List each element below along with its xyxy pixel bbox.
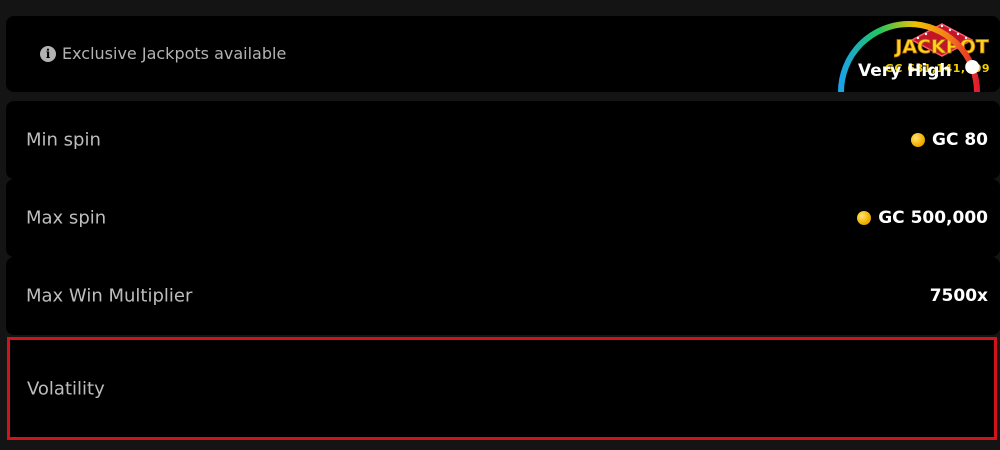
game-details-panel: i Exclusive Jackpots available JACKPOT G… <box>0 0 1000 450</box>
volatility-gauge-arc <box>838 21 980 93</box>
volatility-gauge <box>838 21 980 93</box>
jackpot-info-text: Exclusive Jackpots available <box>62 44 287 63</box>
min-spin-value: GC 80 <box>931 130 988 150</box>
min-spin-row: Min spin GC 80 <box>6 101 1000 179</box>
gold-coin-icon <box>910 133 925 147</box>
max-win-multiplier-label: Max Win Multiplier <box>26 285 193 307</box>
gold-coin-icon <box>857 211 872 225</box>
min-spin-value-wrap: GC 80 <box>910 130 988 150</box>
max-spin-label: Max spin <box>26 207 107 229</box>
volatility-row: Volatility <box>7 337 997 440</box>
max-spin-value: GC 500,000 <box>878 208 988 228</box>
max-win-multiplier-value: 7500x <box>929 286 988 306</box>
volatility-gauge-knob <box>965 60 980 74</box>
max-spin-value-wrap: GC 500,000 <box>857 208 988 228</box>
volatility-label: Volatility <box>27 378 105 399</box>
max-spin-row: Max spin GC 500,000 <box>6 179 1000 257</box>
info-circle-icon: i <box>40 45 56 62</box>
min-spin-label: Min spin <box>26 129 101 151</box>
volatility-value: Very High <box>858 61 952 81</box>
max-win-multiplier-row: Max Win Multiplier 7500x <box>6 257 1000 335</box>
jackpot-info: i Exclusive Jackpots available <box>40 44 286 63</box>
